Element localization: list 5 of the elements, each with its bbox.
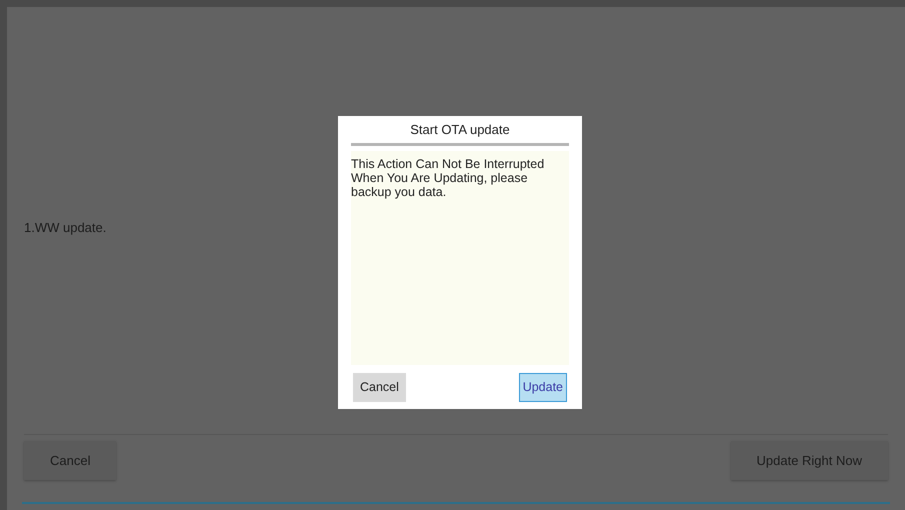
dialog-message: This Action Can Not Be Interrupted When You Are Updating, please backup you data. bbox=[351, 151, 569, 365]
list-item-text: 1.WW update. bbox=[24, 218, 106, 237]
dialog-title: Start OTA update bbox=[409, 121, 511, 139]
dialog-button[interactable]: Update bbox=[518, 373, 567, 402]
dialog-button[interactable]: Cancel bbox=[353, 373, 406, 402]
